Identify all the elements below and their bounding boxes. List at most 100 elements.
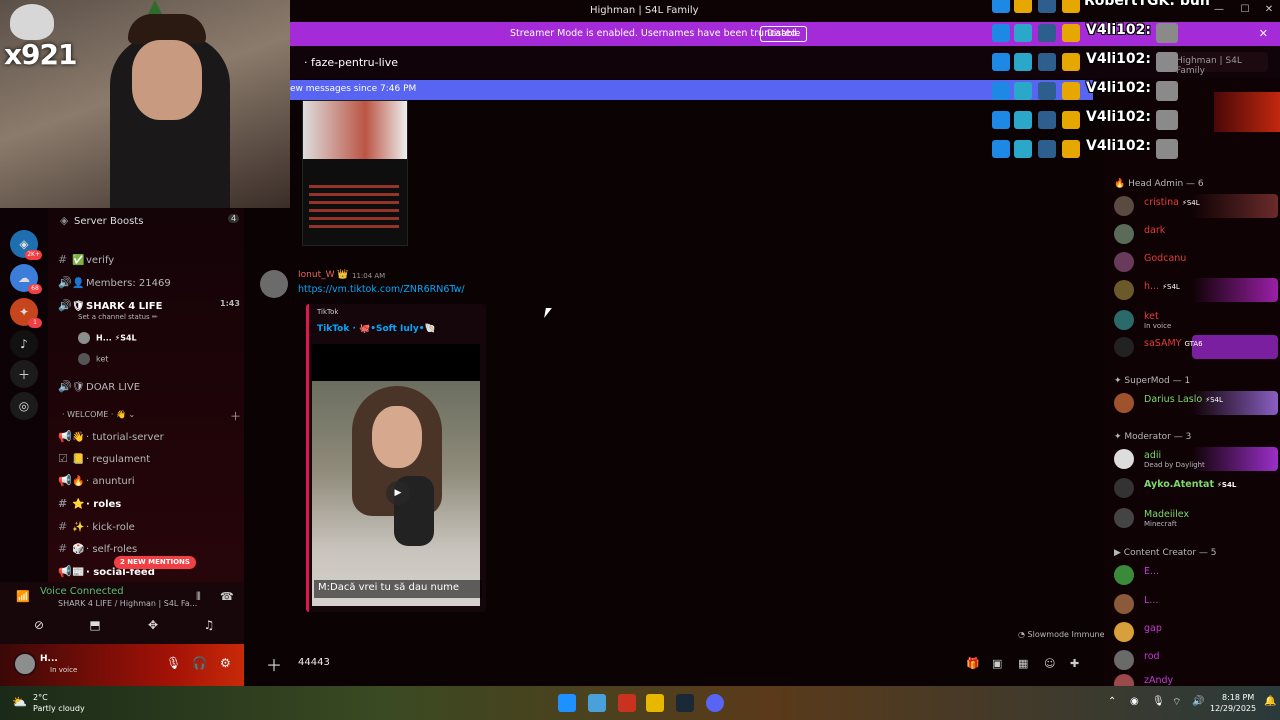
new-messages-bar[interactable]: ew messages since 7:46 PM: [290, 80, 1093, 100]
text-channel-icon: #: [58, 520, 68, 533]
member-item[interactable]: gap: [1112, 620, 1278, 644]
brave-icon[interactable]: [618, 694, 636, 712]
headphones-icon[interactable]: 🎧: [192, 656, 207, 670]
explore-icon[interactable]: ◎: [10, 392, 38, 420]
member-item[interactable]: L...: [1112, 592, 1278, 616]
start-icon[interactable]: [558, 694, 576, 712]
embed-video[interactable]: ▶ M:Dacă vrei tu să dau nume: [312, 344, 482, 606]
message-author[interactable]: Ionut_W 👑: [298, 270, 349, 280]
member-item[interactable]: h... ⚡S4L: [1112, 278, 1278, 302]
voice-user[interactable]: ket: [78, 353, 108, 371]
gear-icon[interactable]: ⚙: [220, 656, 231, 670]
new-mentions-pill[interactable]: 2 NEW MENTIONS: [114, 556, 196, 569]
text-channel-icon: #: [58, 253, 68, 266]
member-item[interactable]: E...: [1112, 563, 1278, 587]
noise-suppression-icon[interactable]: ⦀: [196, 590, 201, 604]
signal-icon: 📶: [16, 590, 30, 603]
channel-tutorial-server[interactable]: 📢👋 · tutorial-server: [58, 430, 164, 448]
server-icon[interactable]: ☁ 68: [10, 264, 42, 294]
weather-icon[interactable]: ⛅: [12, 695, 27, 709]
disable-streamer-mode-button[interactable]: Disable: [760, 26, 808, 42]
folder-icon[interactable]: [646, 694, 664, 712]
close-banner-icon[interactable]: ✕: [1259, 27, 1268, 40]
server-icon[interactable]: ◈ 2K+: [10, 230, 42, 260]
channel-roles[interactable]: # ⭐ · roles: [58, 497, 121, 515]
channel-anunturi[interactable]: 📢🔥 · anunturi: [58, 474, 135, 492]
member-item[interactable]: Godcanu: [1112, 250, 1278, 274]
attach-plus-icon[interactable]: ＋: [266, 652, 282, 676]
soundboard-icon[interactable]: ♫: [196, 618, 222, 638]
message-composer[interactable]: ＋ 44443 🎁 ▣ ▦ ☺ ✚: [244, 644, 1104, 686]
play-icon[interactable]: ▶: [386, 481, 410, 505]
channel-verify[interactable]: # ✅ verify: [58, 253, 114, 271]
microphone-icon[interactable]: 🎙: [166, 656, 181, 670]
member-activity: Minecraft: [1144, 520, 1177, 528]
mic-tray-icon[interactable]: 🎙: [1152, 696, 1165, 707]
voice-duration: 1:43: [220, 299, 240, 308]
channel-regulament[interactable]: ☑ 📒 · regulament: [58, 452, 150, 470]
server-boosts[interactable]: ◈ Server Boosts 4: [60, 214, 240, 232]
wifi-icon[interactable]: ⌔: [1172, 696, 1181, 709]
image-attachment[interactable]: [302, 100, 408, 246]
file-explorer-icon[interactable]: [588, 694, 606, 712]
gif-icon[interactable]: ▣: [992, 657, 1002, 670]
server-icon[interactable]: ✦ 1: [10, 298, 42, 328]
apps-icon[interactable]: ✚: [1070, 657, 1079, 670]
close-icon[interactable]: ✕: [1262, 4, 1276, 18]
disconnect-icon[interactable]: ☎: [220, 590, 234, 603]
member-item[interactable]: adii Dead by Daylight: [1112, 447, 1278, 471]
emoji-icon[interactable]: ☺: [1044, 657, 1055, 670]
avatar[interactable]: [13, 652, 37, 676]
member-item[interactable]: Madeiilex Minecraft: [1112, 506, 1278, 530]
tiktok-icon[interactable]: ♪: [10, 330, 38, 358]
clock-date[interactable]: 12/29/2025: [1210, 704, 1256, 713]
voice-status[interactable]: Voice Connected: [40, 586, 124, 597]
add-channel-icon[interactable]: ＋: [230, 408, 241, 424]
streamer-mode-message: Streamer Mode is enabled. Usernames have…: [510, 28, 800, 39]
channel-members[interactable]: 🔊👤 Members: 21469: [58, 276, 171, 294]
composer-input[interactable]: 44443: [298, 657, 330, 668]
steam-icon[interactable]: [676, 694, 694, 712]
member-item[interactable]: ket In voice: [1112, 308, 1278, 332]
clock-time[interactable]: 8:18 PM: [1222, 693, 1254, 702]
weather-temp[interactable]: 2°C: [33, 693, 48, 702]
overlay-username: V4li102:: [1086, 80, 1151, 96]
maximize-icon[interactable]: ☐: [1238, 4, 1252, 18]
avatar: [1114, 449, 1134, 469]
member-item[interactable]: saSAMY GTA6: [1112, 335, 1278, 359]
volume-icon[interactable]: 🔊: [1192, 696, 1204, 707]
embed-title[interactable]: TikTok · 🐙•Soft Iuly•🐚: [317, 324, 436, 334]
channel-status[interactable]: Set a channel status ✏: [78, 313, 158, 331]
member-item[interactable]: Darius Laslo ⚡S4L: [1112, 391, 1278, 415]
gift-icon[interactable]: 🎁: [966, 657, 980, 670]
tray-chevron-icon[interactable]: ⌃: [1108, 696, 1116, 707]
network-icon[interactable]: ◉: [1130, 696, 1139, 707]
activities-icon[interactable]: ✥: [140, 618, 166, 638]
avatar[interactable]: [260, 270, 288, 298]
weather-desc[interactable]: Partly cloudy: [33, 704, 85, 713]
member-item[interactable]: zAndy: [1112, 672, 1278, 686]
member-item[interactable]: cristina ⚡S4L: [1112, 194, 1278, 218]
channel-doar-live[interactable]: 🔊🛡DOAR LIVE: [58, 380, 140, 398]
member-item[interactable]: rod: [1112, 648, 1278, 672]
notification-icon[interactable]: 🔔: [1264, 696, 1276, 707]
message-link[interactable]: https://vm.tiktok.com/ZNR6RN6Tw/: [298, 284, 465, 295]
sub-badge-icon: [1014, 82, 1032, 100]
discord-icon[interactable]: [706, 694, 724, 712]
minimize-icon[interactable]: —: [1212, 4, 1226, 18]
shield-icon: 🛡: [72, 382, 85, 393]
member-name: E...: [1144, 566, 1160, 577]
screen-share-icon[interactable]: ⬒: [82, 618, 108, 638]
category-welcome[interactable]: · WELCOME · 👋 ⌄: [62, 410, 135, 428]
sticker-icon[interactable]: ▦: [1018, 657, 1028, 670]
channel-kick-role[interactable]: # ✨ · kick-role: [58, 520, 135, 538]
gift-badge-icon: [1062, 111, 1080, 129]
add-server-icon[interactable]: ＋: [10, 360, 38, 388]
member-item[interactable]: Ayko.Atentat ⚡S4L: [1112, 476, 1278, 500]
user-name[interactable]: H...: [40, 654, 58, 664]
voice-user[interactable]: H... ⚡S4L: [78, 332, 137, 350]
voice-channel-name[interactable]: SHARK 4 LIFE / Highman | S4L Fa...: [58, 599, 197, 608]
member-item[interactable]: dark: [1112, 222, 1278, 246]
overlay-chat-row: V4li102:: [990, 50, 1186, 74]
video-off-icon[interactable]: ⊘: [26, 618, 52, 638]
